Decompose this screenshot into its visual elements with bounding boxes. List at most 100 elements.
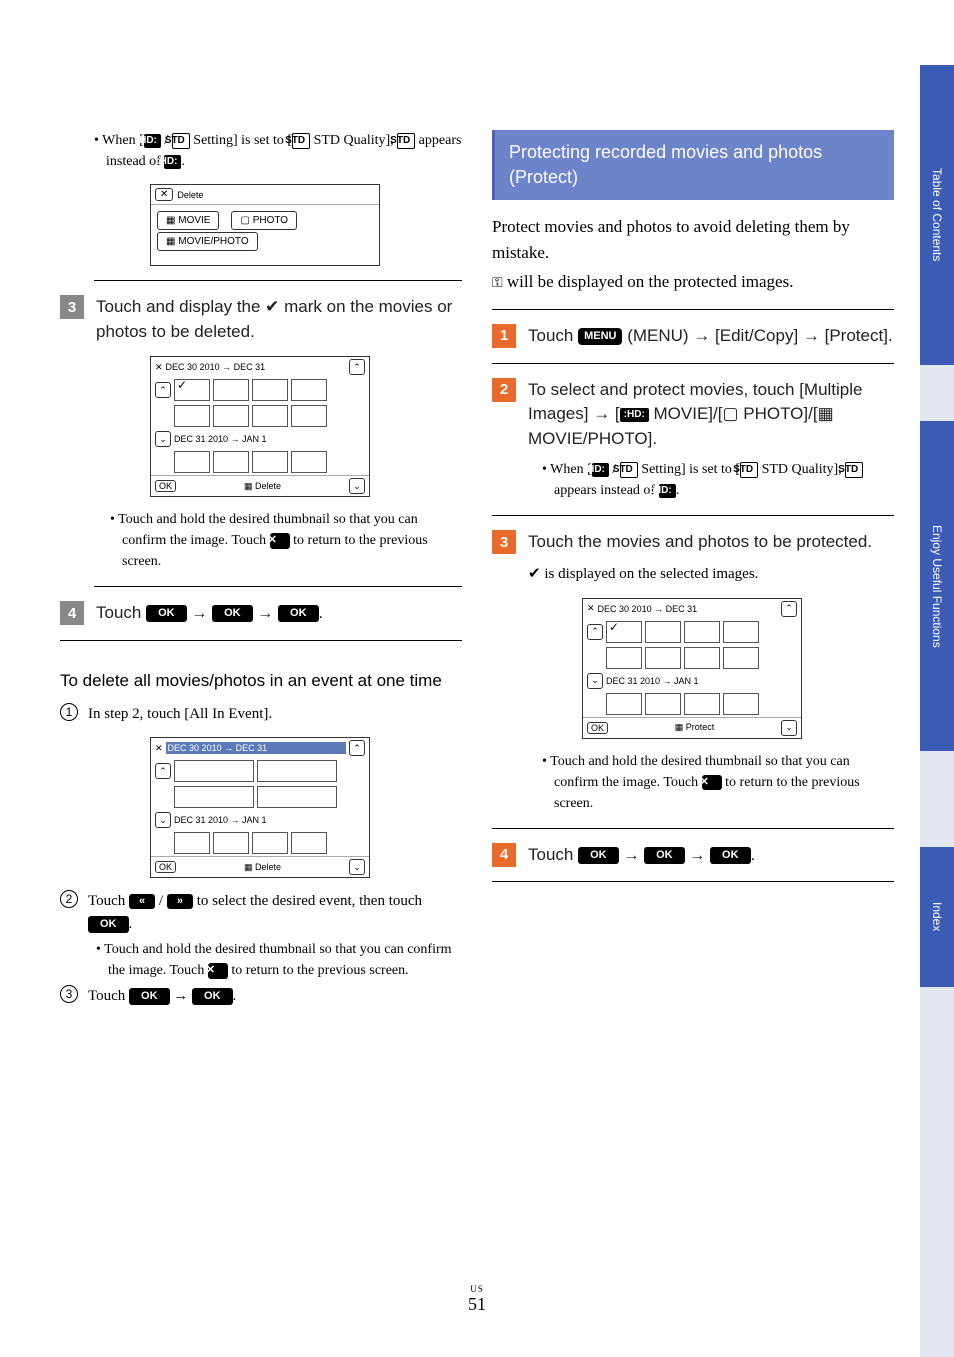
ok-button[interactable]: OK [155, 480, 176, 492]
thumbnail[interactable] [213, 451, 249, 473]
screen-title: Delete [177, 190, 203, 200]
thumbnail[interactable] [645, 621, 681, 643]
protect-intro-2: ⚿ will be displayed on the protected ima… [492, 269, 894, 295]
scroll-down-icon[interactable]: ⌄ [349, 478, 365, 494]
page-down-icon[interactable]: ⌄ [155, 812, 171, 828]
thumbnail[interactable] [213, 832, 249, 854]
close-icon[interactable]: ✕ [155, 743, 163, 754]
page-down-icon[interactable]: ⌄ [587, 673, 603, 689]
x-icon: ✕ [270, 533, 290, 548]
page-up-icon[interactable]: ⌃ [587, 624, 603, 640]
thumbnail[interactable] [606, 693, 642, 715]
thumbnail[interactable] [291, 379, 327, 401]
protect-thumbnail-screen: ✕DEC 30 2010 → DEC 31⌃ ⌃ ⌄DEC 31 2010 → … [582, 598, 802, 739]
thumbnail[interactable] [684, 647, 720, 669]
std-icon: STD [845, 462, 863, 478]
photo-icon: ▢ [722, 404, 738, 423]
right-column: Protecting recorded movies and photos (P… [492, 130, 894, 1012]
close-icon[interactable]: ✕ [155, 362, 163, 373]
movie-tab[interactable]: ▦ MOVIE [157, 211, 219, 230]
divider [492, 515, 894, 516]
protect-intro-1: Protect movies and photos to avoid delet… [492, 214, 894, 265]
menu-icon: MENU [578, 328, 622, 345]
ok-icon: OK [129, 988, 170, 1005]
thumbnail-screen-2: ✕DEC 30 2010 → DEC 31⌃ ⌃ ⌄DEC 31 2010 → … [150, 737, 370, 878]
page-num-value: 51 [468, 1294, 486, 1314]
thumbnail[interactable] [257, 786, 337, 808]
std-icon: STD [292, 133, 310, 149]
step-3-note: Touch and hold the desired thumbnail so … [60, 509, 462, 572]
page-down-icon[interactable]: ⌄ [155, 431, 171, 447]
step-1: 1 Touch MENU (MENU) → [Edit/Copy] → [Pro… [492, 324, 894, 349]
thumbnail-screen-1: ✕DEC 30 2010 → DEC 31⌃ ⌃ ⌄DEC 31 2010 → … [150, 356, 370, 497]
hd-icon: HD [659, 484, 676, 498]
thumbnail[interactable] [684, 693, 720, 715]
thumbnail[interactable] [252, 379, 288, 401]
step-3-sub: ✔ is displayed on the selected images. [492, 563, 894, 586]
hd-icon: HD [164, 155, 181, 169]
section-heading: Protecting recorded movies and photos (P… [492, 130, 894, 200]
moviephoto-icon: ▦ [818, 404, 834, 423]
thumbnail[interactable] [606, 621, 642, 643]
thumbnail[interactable] [257, 760, 337, 782]
thumbnail[interactable] [174, 786, 254, 808]
scroll-up-icon[interactable]: ⌃ [781, 601, 797, 617]
tab-useful[interactable]: Enjoy Useful Functions [920, 421, 954, 751]
scroll-up-icon[interactable]: ⌃ [349, 740, 365, 756]
thumbnail[interactable] [645, 647, 681, 669]
delete-select-screen: ✕ Delete ▦ MOVIE ▢ PHOTO ▦ MOVIE/PHOTO [150, 184, 380, 266]
thumbnail[interactable] [174, 760, 254, 782]
tab-index[interactable]: Index [920, 847, 954, 987]
close-icon[interactable]: ✕ [155, 188, 173, 201]
ok-icon: OK [644, 847, 685, 864]
step-3-note: Touch and hold the desired thumbnail so … [492, 751, 894, 814]
thumbnail[interactable] [174, 379, 210, 401]
thumbnail[interactable] [213, 405, 249, 427]
footer-label: ▦ Delete [244, 862, 281, 873]
step-4: 4 Touch OK → OK → OK. [60, 601, 462, 626]
thumbnail[interactable] [606, 647, 642, 669]
thumbnail[interactable] [723, 693, 759, 715]
scroll-down-icon[interactable]: ⌄ [349, 859, 365, 875]
scroll-down-icon[interactable]: ⌄ [781, 720, 797, 736]
ok-button[interactable]: OK [587, 722, 608, 734]
thumbnail[interactable] [291, 405, 327, 427]
thumbnail[interactable] [174, 832, 210, 854]
circled-num-1: 1 [60, 703, 78, 721]
step-number-1: 1 [492, 324, 516, 348]
close-icon[interactable]: ✕ [587, 603, 595, 614]
circled-step-1: 1 In step 2, touch [All In Event]. [60, 703, 462, 726]
thumbnail[interactable] [684, 621, 720, 643]
circled-2-note: Touch and hold the desired thumbnail so … [60, 939, 462, 981]
step-4-text: Touch OK → OK → OK. [96, 601, 462, 626]
thumbnail[interactable] [213, 379, 249, 401]
thumbnail[interactable] [291, 832, 327, 854]
page-up-icon[interactable]: ⌃ [155, 382, 171, 398]
thumbnail[interactable] [645, 693, 681, 715]
thumbnail[interactable] [174, 451, 210, 473]
tab-toc[interactable]: Table of Contents [920, 65, 954, 365]
thumbnail[interactable] [723, 647, 759, 669]
hd-icon: HD [592, 463, 609, 477]
thumbnail[interactable] [291, 451, 327, 473]
divider [94, 280, 462, 281]
step-1-text: Touch MENU (MENU) → [Edit/Copy] → [Prote… [528, 324, 894, 349]
moviephoto-tab[interactable]: ▦ MOVIE/PHOTO [157, 232, 258, 251]
thumbnail[interactable] [174, 405, 210, 427]
step-number-4: 4 [492, 843, 516, 867]
circled-num-2: 2 [60, 890, 78, 908]
page-up-icon[interactable]: ⌃ [155, 763, 171, 779]
thumbnail[interactable] [252, 832, 288, 854]
photo-tab[interactable]: ▢ PHOTO [231, 211, 297, 230]
scroll-up-icon[interactable]: ⌃ [349, 359, 365, 375]
divider [492, 828, 894, 829]
divider [492, 881, 894, 882]
thumbnail[interactable] [252, 405, 288, 427]
circled-step-2: 2 Touch « / » to select the desired even… [60, 890, 462, 935]
thumbnail[interactable] [723, 621, 759, 643]
subheading: To delete all movies/photos in an event … [60, 669, 462, 693]
hd-icon: HD [144, 134, 161, 148]
date-range: DEC 30 2010 → DEC 31 [598, 604, 778, 614]
ok-button[interactable]: OK [155, 861, 176, 873]
thumbnail[interactable] [252, 451, 288, 473]
